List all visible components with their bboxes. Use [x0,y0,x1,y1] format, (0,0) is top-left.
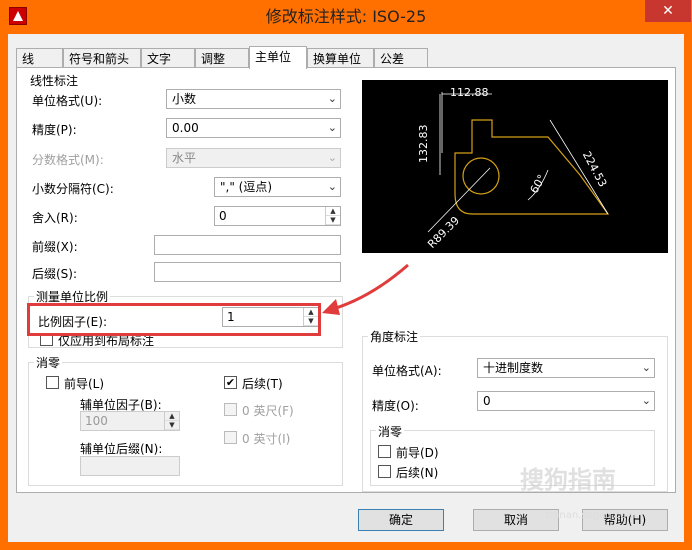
leading-zero-label: 前导(L) [64,377,105,391]
round-off-value: 0 [219,209,227,223]
angular-leading-label: 前导(D) [396,446,439,460]
angular-trailing-label: 后续(N) [396,466,439,480]
unit-format-value: 小数 [172,92,197,106]
window-title: 修改标注样式: ISO-25 [265,7,427,26]
round-off-input[interactable]: 0 ▲ ▼ [214,206,341,226]
prefix-input[interactable] [154,235,341,255]
tab-fit[interactable]: 调整 [195,48,249,68]
preview-dim-right: 224.53 [580,149,610,189]
preview-dim-top: 112.88 [450,86,489,99]
decimal-separator-select[interactable]: "," (逗点) ⌄ [214,177,341,197]
angular-group-label: 角度标注 [368,328,421,345]
decimal-separator-label: 小数分隔符(C): [32,182,114,196]
tab-alternate-units[interactable]: 换算单位 [307,48,374,68]
tab-text[interactable]: 文字 [141,48,195,68]
fraction-format-value: 水平 [172,151,197,165]
title-bar[interactable]: 修改标注样式: ISO-25 ✕ [0,0,692,34]
highlight-box [27,303,321,336]
spin-up-icon[interactable]: ▲ [326,207,340,216]
preview-drawing: 112.88 132.83 224.53 60° R89.39 [417,86,610,251]
sub-unit-factor-value: 100 [85,414,108,428]
trailing-zero-checkbox[interactable]: ✔ [224,376,237,389]
precision-value: 0.00 [172,121,199,135]
angular-precision-label: 精度(O): [372,399,419,413]
suffix-input[interactable] [154,262,341,282]
chevron-down-icon: ⌄ [641,361,651,374]
angular-unit-format-value: 十进制度数 [483,361,544,375]
linear-group-label: 线性标注 [28,72,81,89]
chevron-down-icon: ⌄ [641,394,651,407]
round-off-spinner[interactable]: ▲ ▼ [325,207,340,225]
sub-unit-suffix-label: 辅单位后缀(N): [80,442,163,456]
zero-inches-label: 0 英寸(I) [242,432,291,446]
chevron-down-icon: ⌄ [327,121,337,134]
zero-suppression-label: 消零 [34,354,63,371]
watermark-url: zhinan.sogou.com [545,510,637,521]
trailing-zero-label: 后续(T) [242,377,283,391]
unit-format-label: 单位格式(U): [32,94,103,108]
dimension-preview: 112.88 132.83 224.53 60° R89.39 [362,80,668,253]
ok-button[interactable]: 确定 [358,509,444,531]
spin-up-icon: ▲ [165,412,179,421]
tab-lines[interactable]: 线 [16,48,63,68]
zero-feet-checkbox [224,403,237,416]
fraction-format-select: 水平 ⌄ [166,148,341,168]
sub-unit-suffix-input [80,456,180,476]
watermark-logo: 搜狗指南 [520,466,616,494]
annotation-arrow-icon [322,263,409,315]
spin-down-icon: ▼ [165,421,179,430]
preview-dim-left: 132.83 [417,125,430,164]
tab-primary-units[interactable]: 主单位 [249,46,307,69]
sub-unit-factor-input: 100 ▲ ▼ [80,411,180,431]
prefix-label: 前缀(X): [32,240,78,254]
angular-trailing-checkbox[interactable] [378,465,391,478]
dialog-window: 修改标注样式: ISO-25 ✕ 线 符号和箭头 文字 调整 主单位 换算单位 … [0,0,692,550]
unit-format-select[interactable]: 小数 ⌄ [166,89,341,109]
zero-feet-label: 0 英尺(F) [242,404,294,418]
spin-down-icon[interactable]: ▼ [326,216,340,225]
angular-unit-format-label: 单位格式(A): [372,364,442,378]
leading-zero-checkbox[interactable] [46,376,59,389]
suffix-label: 后缀(S): [32,267,78,281]
angular-zero-label: 消零 [376,423,405,440]
precision-label: 精度(P): [32,123,77,137]
angular-precision-select[interactable]: 0 ⌄ [477,391,655,411]
zero-inches-checkbox [224,431,237,444]
tab-symbols-arrows[interactable]: 符号和箭头 [63,48,141,68]
chevron-down-icon: ⌄ [327,180,337,193]
decimal-separator-value: "," (逗点) [220,180,273,194]
preview-dim-radius: R89.39 [425,214,462,251]
close-button[interactable]: ✕ [645,0,691,22]
sub-unit-factor-spinner: ▲ ▼ [164,412,179,430]
fraction-format-label: 分数格式(M): [32,153,104,167]
checkmark-icon: ✔ [225,376,236,389]
precision-select[interactable]: 0.00 ⌄ [166,118,341,138]
tab-tolerances[interactable]: 公差 [374,48,428,68]
angular-unit-format-select[interactable]: 十进制度数 ⌄ [477,358,655,378]
round-off-label: 舍入(R): [32,211,78,225]
chevron-down-icon: ⌄ [327,92,337,105]
angular-precision-value: 0 [483,394,491,408]
chevron-down-icon: ⌄ [327,151,337,164]
angular-leading-checkbox[interactable] [378,445,391,458]
